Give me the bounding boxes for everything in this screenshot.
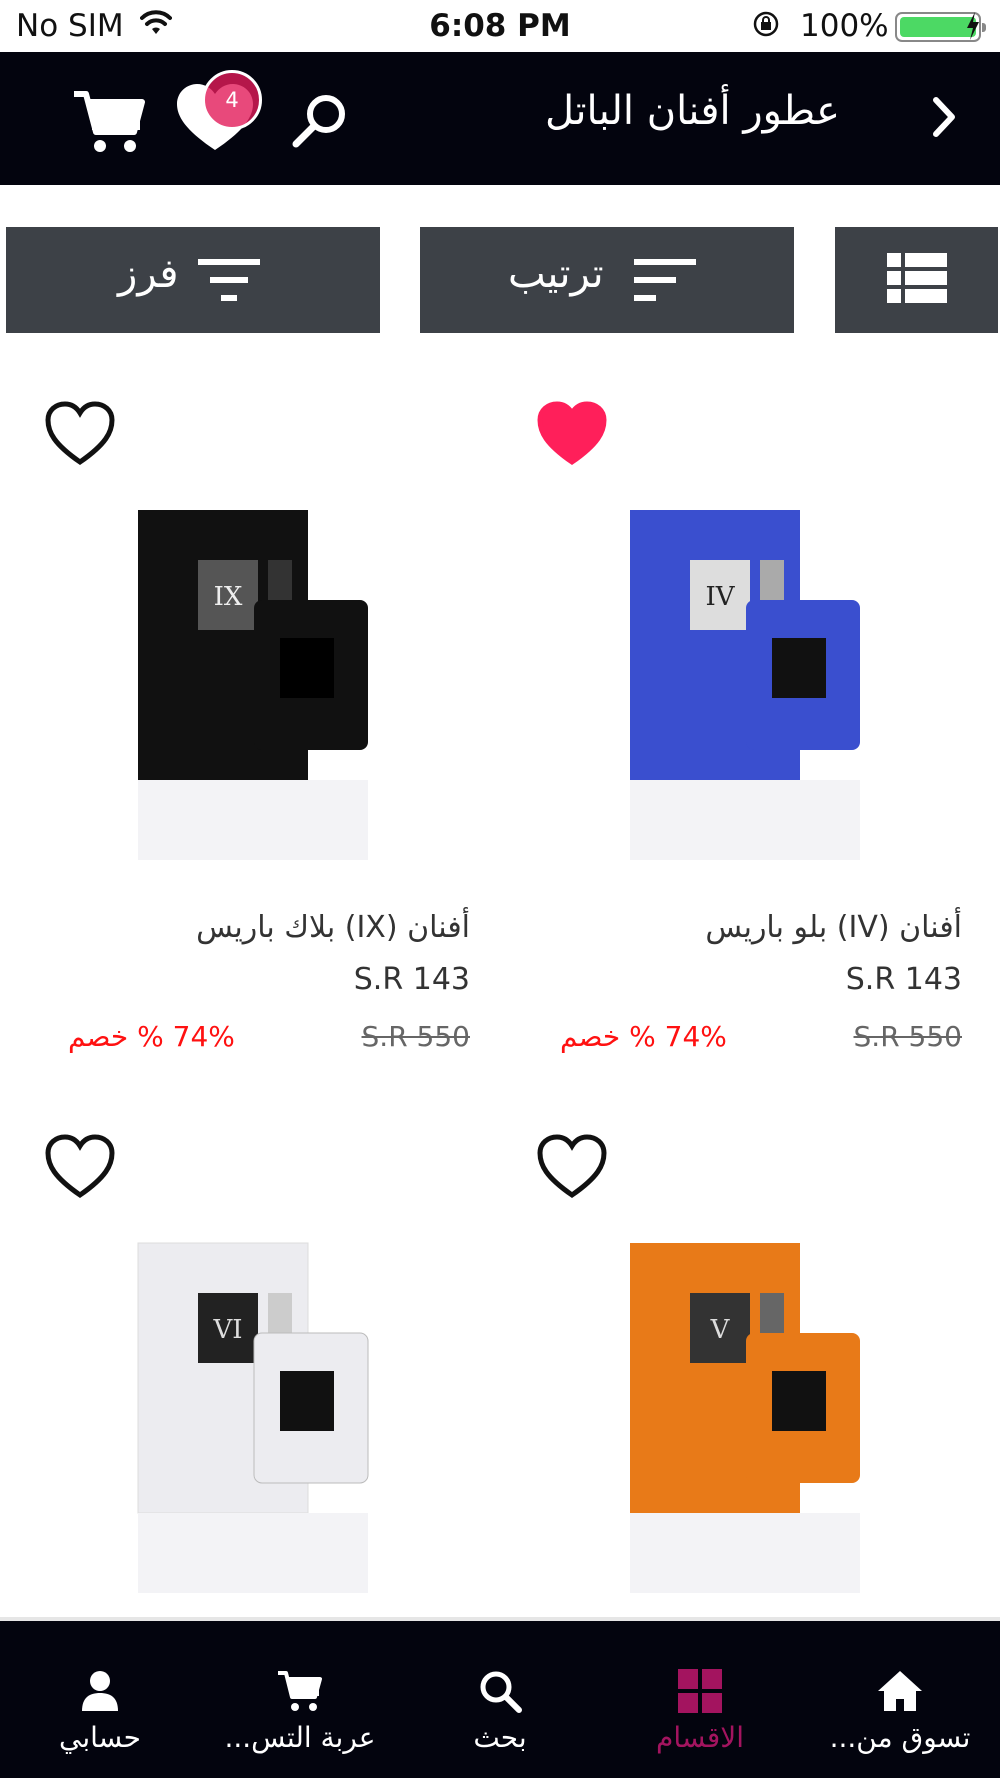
heart-icon[interactable] xyxy=(44,1133,116,1199)
home-icon xyxy=(878,1671,922,1711)
tab-label: تسوق من... xyxy=(829,1721,971,1754)
tab-label: حسابي xyxy=(59,1721,141,1754)
tab-label: بحث xyxy=(473,1721,527,1754)
list-view-button[interactable] xyxy=(835,227,998,333)
heart-icon[interactable] xyxy=(536,400,608,466)
product-image[interactable]: V xyxy=(610,1223,910,1593)
tab-search[interactable]: بحث xyxy=(400,1621,600,1778)
user-icon xyxy=(82,1671,118,1711)
product-price: S.R 143 xyxy=(845,962,962,997)
product-discount: 74% % خصم xyxy=(560,1020,727,1053)
filter-label: فرز xyxy=(118,251,179,297)
charging-bolt-icon xyxy=(967,12,979,40)
list-view-icon xyxy=(887,253,947,303)
heart-icon[interactable] xyxy=(536,1133,608,1199)
svg-text:IV: IV xyxy=(705,582,735,612)
search-icon xyxy=(480,1671,522,1713)
grid-icon xyxy=(678,1669,722,1713)
page-title: عطور أفنان الباتل xyxy=(545,88,840,134)
tab-label: عربة التس... xyxy=(224,1721,376,1754)
product-price: S.R 143 xyxy=(353,962,470,997)
tab-categories[interactable]: الاقسام xyxy=(600,1621,800,1778)
tab-cart[interactable]: عربة التس... xyxy=(200,1621,400,1778)
product-image[interactable]: IX xyxy=(118,490,418,860)
sort-icon xyxy=(634,259,696,301)
cart-icon[interactable] xyxy=(72,88,146,156)
product-name[interactable]: أفنان (IX) بلاك باريس xyxy=(196,910,470,945)
bottom-tab-bar: تسوق من... الاقسام بحث عربة التس... حساب… xyxy=(0,1621,1000,1778)
cart-icon xyxy=(278,1671,322,1711)
filter-icon xyxy=(198,259,260,301)
battery-percent: 100% xyxy=(800,8,889,44)
product-old-price: S.R 550 xyxy=(853,1020,962,1053)
search-icon[interactable] xyxy=(290,90,350,150)
product-discount: 74% % خصم xyxy=(68,1020,235,1053)
status-bar: No SIM 6:08 PM 100% xyxy=(0,0,1000,52)
tab-home[interactable]: تسوق من... xyxy=(800,1621,1000,1778)
filter-button[interactable]: فرز xyxy=(6,227,380,333)
sort-button[interactable]: ترتيب xyxy=(420,227,794,333)
product-image[interactable]: VI xyxy=(118,1223,418,1593)
svg-text:VI: VI xyxy=(212,1315,242,1345)
rotation-lock-icon xyxy=(753,11,779,37)
sort-label: ترتيب xyxy=(508,251,604,297)
svg-text:IX: IX xyxy=(214,582,243,612)
wishlist-count-badge: 4 xyxy=(202,70,262,130)
product-old-price: S.R 550 xyxy=(361,1020,470,1053)
tab-label: الاقسام xyxy=(656,1721,744,1754)
product-name[interactable]: أفنان (IV) بلو باريس xyxy=(705,910,962,945)
svg-text:V: V xyxy=(710,1315,731,1345)
product-image[interactable]: IV xyxy=(610,490,910,860)
heart-icon[interactable] xyxy=(44,400,116,466)
chevron-right-icon[interactable] xyxy=(930,92,960,142)
tab-account[interactable]: حسابي xyxy=(0,1621,200,1778)
app-header: عطور أفنان الباتل 4 xyxy=(0,52,1000,185)
